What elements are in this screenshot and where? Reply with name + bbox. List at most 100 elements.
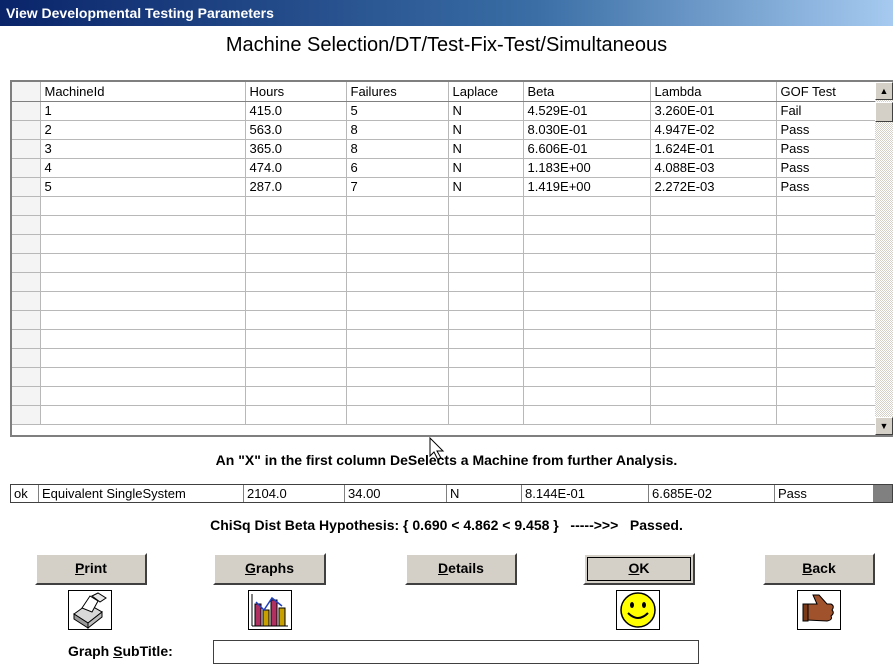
cell-beta[interactable] xyxy=(523,234,651,254)
cell-hours[interactable] xyxy=(245,234,347,254)
cell-beta[interactable] xyxy=(523,386,651,406)
cell-beta[interactable] xyxy=(523,310,651,330)
cell-hours[interactable] xyxy=(245,272,347,292)
cell-machineid[interactable] xyxy=(40,367,246,387)
cell-lambda[interactable] xyxy=(650,367,777,387)
smiley-icon[interactable] xyxy=(616,590,660,630)
cell-gof-test[interactable]: Pass xyxy=(776,158,876,178)
cell-beta[interactable] xyxy=(523,405,651,425)
cell-select[interactable] xyxy=(12,139,41,159)
cell-machineid[interactable]: 1 xyxy=(40,101,246,121)
cell-laplace[interactable] xyxy=(448,291,524,311)
table-row-empty[interactable] xyxy=(12,367,876,387)
cell-hours[interactable] xyxy=(245,329,347,349)
cell-beta[interactable]: 4.529E-01 xyxy=(523,101,651,121)
cell-select[interactable] xyxy=(12,310,41,330)
cell-laplace[interactable] xyxy=(448,386,524,406)
cell-hours[interactable]: 563.0 xyxy=(245,120,347,140)
cell-select[interactable] xyxy=(12,158,41,178)
cell-machineid[interactable] xyxy=(40,253,246,273)
cell-beta[interactable] xyxy=(523,291,651,311)
cell-machineid[interactable] xyxy=(40,196,246,216)
scroll-up-button[interactable]: ▲ xyxy=(875,82,893,100)
cell-machineid[interactable]: 4 xyxy=(40,158,246,178)
table-row-empty[interactable] xyxy=(12,310,876,330)
cell-laplace[interactable]: N xyxy=(448,139,524,159)
cell-laplace[interactable] xyxy=(448,234,524,254)
cell-hours[interactable]: 365.0 xyxy=(245,139,347,159)
table-row-empty[interactable] xyxy=(12,253,876,273)
cell-select[interactable] xyxy=(12,120,41,140)
print-button[interactable]: Print xyxy=(35,553,147,585)
graphs-button[interactable]: Graphs xyxy=(213,553,326,585)
cell-laplace[interactable]: N xyxy=(448,101,524,121)
cell-laplace[interactable] xyxy=(448,348,524,368)
cell-beta[interactable] xyxy=(523,367,651,387)
cell-gof-test[interactable] xyxy=(776,234,876,254)
cell-hours[interactable]: 474.0 xyxy=(245,158,347,178)
cell-hours[interactable] xyxy=(245,196,347,216)
cell-beta[interactable] xyxy=(523,348,651,368)
cell-hours[interactable] xyxy=(245,291,347,311)
cell-select[interactable] xyxy=(12,215,41,235)
cell-select[interactable] xyxy=(12,386,41,406)
cell-beta[interactable]: 1.183E+00 xyxy=(523,158,651,178)
cell-machineid[interactable]: 3 xyxy=(40,139,246,159)
cell-beta[interactable]: 8.030E-01 xyxy=(523,120,651,140)
cell-hours[interactable] xyxy=(245,215,347,235)
cell-gof-test[interactable] xyxy=(776,405,876,425)
cell-beta[interactable] xyxy=(523,215,651,235)
cell-failures[interactable] xyxy=(346,253,449,273)
table-row[interactable]: 4 474.0 6 N 1.183E+00 4.088E-03 Pass xyxy=(12,158,876,178)
details-button[interactable]: Details xyxy=(405,553,517,585)
cell-laplace[interactable]: N xyxy=(448,158,524,178)
cell-select[interactable] xyxy=(12,196,41,216)
cell-failures[interactable] xyxy=(346,367,449,387)
cell-failures[interactable] xyxy=(346,386,449,406)
cell-lambda[interactable]: 1.624E-01 xyxy=(650,139,777,159)
bar-chart-icon[interactable] xyxy=(248,590,292,630)
column-header-beta[interactable]: Beta xyxy=(523,82,651,102)
table-row[interactable]: 1 415.0 5 N 4.529E-01 3.260E-01 Fail xyxy=(12,101,876,121)
cell-lambda[interactable]: 2.272E-03 xyxy=(650,177,777,197)
vertical-scrollbar[interactable]: ▲ ▼ xyxy=(875,82,893,435)
cell-hours[interactable] xyxy=(245,367,347,387)
table-row-empty[interactable] xyxy=(12,234,876,254)
cell-gof-test[interactable] xyxy=(776,291,876,311)
cell-machineid[interactable] xyxy=(40,272,246,292)
table-row[interactable]: 5 287.0 7 N 1.419E+00 2.272E-03 Pass xyxy=(12,177,876,197)
cell-beta[interactable]: 1.419E+00 xyxy=(523,177,651,197)
cell-select[interactable] xyxy=(12,101,41,121)
cell-machineid[interactable]: 5 xyxy=(40,177,246,197)
scroll-thumb[interactable] xyxy=(875,102,893,122)
table-row-empty[interactable] xyxy=(12,196,876,216)
table-row-empty[interactable] xyxy=(12,348,876,368)
machines-grid[interactable]: MachineId Hours Failures Laplace Beta La… xyxy=(10,80,893,437)
cell-failures[interactable] xyxy=(346,291,449,311)
cell-failures[interactable]: 5 xyxy=(346,101,449,121)
cell-beta[interactable] xyxy=(523,272,651,292)
cell-lambda[interactable] xyxy=(650,310,777,330)
table-row-empty[interactable] xyxy=(12,405,876,425)
cell-gof-test[interactable]: Pass xyxy=(776,139,876,159)
cell-machineid[interactable] xyxy=(40,291,246,311)
cell-lambda[interactable]: 4.088E-03 xyxy=(650,158,777,178)
cell-failures[interactable] xyxy=(346,272,449,292)
cell-laplace[interactable]: N xyxy=(448,120,524,140)
cell-select[interactable] xyxy=(12,291,41,311)
cell-failures[interactable] xyxy=(346,234,449,254)
cell-gof-test[interactable]: Pass xyxy=(776,177,876,197)
scroll-down-button[interactable]: ▼ xyxy=(875,417,893,435)
cell-lambda[interactable] xyxy=(650,272,777,292)
column-header-select[interactable] xyxy=(12,82,41,102)
cell-lambda[interactable] xyxy=(650,215,777,235)
cell-machineid[interactable] xyxy=(40,234,246,254)
cell-gof-test[interactable] xyxy=(776,215,876,235)
cell-select[interactable] xyxy=(12,253,41,273)
cell-lambda[interactable] xyxy=(650,329,777,349)
ok-button[interactable]: OK xyxy=(583,553,695,585)
column-header-gof-test[interactable]: GOF Test xyxy=(776,82,876,102)
table-row-empty[interactable] xyxy=(12,272,876,292)
cell-gof-test[interactable] xyxy=(776,272,876,292)
cell-failures[interactable] xyxy=(346,329,449,349)
